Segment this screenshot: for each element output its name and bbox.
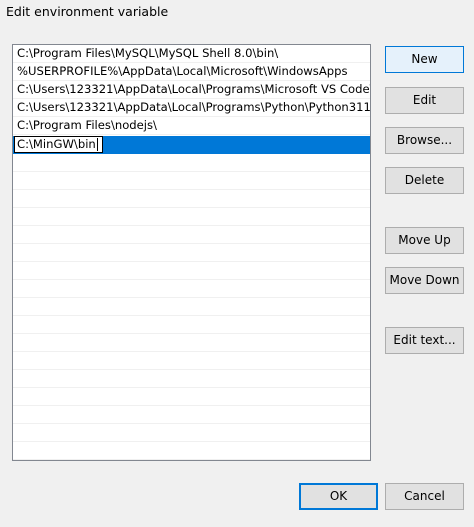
list-item-empty[interactable] xyxy=(13,370,370,388)
edit-text-button[interactable]: Edit text... xyxy=(385,327,464,354)
list-item-empty[interactable] xyxy=(13,190,370,208)
move-down-button[interactable]: Move Down xyxy=(385,267,464,294)
list-item[interactable]: %USERPROFILE%\AppData\Local\Microsoft\Wi… xyxy=(13,63,370,81)
new-button[interactable]: New xyxy=(385,46,464,73)
list-item[interactable]: C:\Users\123321\AppData\Local\Programs\P… xyxy=(13,99,370,117)
list-item-text: %USERPROFILE%\AppData\Local\Microsoft\Wi… xyxy=(17,64,348,78)
list-item-empty[interactable] xyxy=(13,406,370,424)
list-item[interactable]: C:\Program Files\nodejs\ xyxy=(13,117,370,135)
list-item-empty[interactable] xyxy=(13,298,370,316)
list-item-empty[interactable] xyxy=(13,208,370,226)
list-item-empty[interactable] xyxy=(13,226,370,244)
list-item-empty[interactable] xyxy=(13,424,370,442)
list-item-empty[interactable] xyxy=(13,280,370,298)
text-caret xyxy=(96,138,98,151)
list-item[interactable]: C:\Users\123321\AppData\Local\Programs\M… xyxy=(13,81,370,99)
path-edit-value: C:\MinGW\bin xyxy=(17,137,96,151)
cancel-button[interactable]: Cancel xyxy=(385,483,464,510)
dialog-title: Edit environment variable xyxy=(6,4,169,19)
list-item-empty[interactable] xyxy=(13,352,370,370)
list-item-text: C:\Program Files\nodejs\ xyxy=(17,118,157,132)
list-item[interactable]: C:\Program Files\MySQL\MySQL Shell 8.0\b… xyxy=(13,45,370,63)
list-item-empty[interactable] xyxy=(13,154,370,172)
move-up-button[interactable]: Move Up xyxy=(385,227,464,254)
ok-button[interactable]: OK xyxy=(299,483,378,510)
list-item-empty[interactable] xyxy=(13,388,370,406)
list-item-empty[interactable] xyxy=(13,244,370,262)
list-item-text: C:\Users\123321\AppData\Local\Programs\P… xyxy=(17,100,371,114)
list-item-empty[interactable] xyxy=(13,172,370,190)
list-item-empty[interactable] xyxy=(13,262,370,280)
list-item-empty[interactable] xyxy=(13,334,370,352)
path-list[interactable]: C:\Program Files\MySQL\MySQL Shell 8.0\b… xyxy=(12,44,371,461)
browse-button[interactable]: Browse... xyxy=(385,127,464,154)
list-item-text: C:\Program Files\MySQL\MySQL Shell 8.0\b… xyxy=(17,46,279,60)
delete-button[interactable]: Delete xyxy=(385,167,464,194)
path-edit-input[interactable]: C:\MinGW\bin xyxy=(14,136,103,153)
list-item-text: C:\Users\123321\AppData\Local\Programs\M… xyxy=(17,82,371,96)
list-item-empty[interactable] xyxy=(13,442,370,460)
list-item-empty[interactable] xyxy=(13,316,370,334)
edit-button[interactable]: Edit xyxy=(385,87,464,114)
list-item-selected[interactable]: C:\MinGW\bin xyxy=(13,136,370,154)
